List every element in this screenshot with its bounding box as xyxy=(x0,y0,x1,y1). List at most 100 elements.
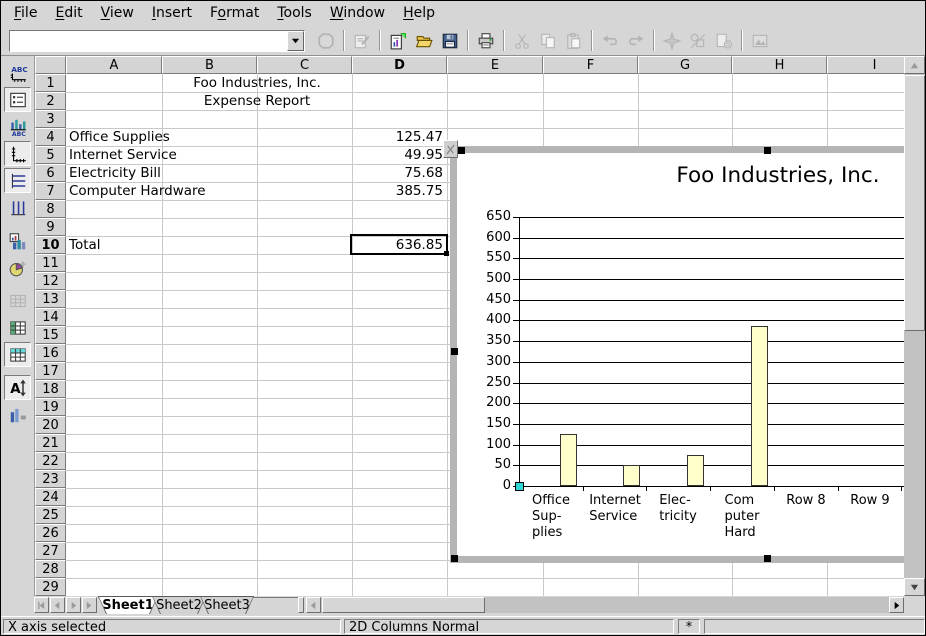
vertical-grid-on-off-icon[interactable] xyxy=(4,195,31,220)
column-header-H[interactable]: H xyxy=(732,56,827,74)
object-resize-handle[interactable] xyxy=(764,147,771,154)
next-sheet-button[interactable] xyxy=(66,597,81,613)
row-header-29[interactable]: 29 xyxy=(35,578,66,596)
y-axis-line[interactable] xyxy=(519,217,520,487)
column-header-G[interactable]: G xyxy=(638,56,732,74)
row-header-12[interactable]: 12 xyxy=(35,272,66,290)
cell-A6[interactable]: Electricity Bill xyxy=(69,164,161,182)
chart-bar-1[interactable] xyxy=(623,465,640,486)
row-header-2[interactable]: 2 xyxy=(35,92,66,110)
row-header-4[interactable]: 4 xyxy=(35,128,66,146)
row-header-14[interactable]: 14 xyxy=(35,308,66,326)
row-header-26[interactable]: 26 xyxy=(35,524,66,542)
column-header-A[interactable]: A xyxy=(66,56,162,74)
horizontal-scroll-thumb[interactable] xyxy=(322,597,485,613)
object-resize-handle[interactable] xyxy=(764,555,771,562)
row-header-5[interactable]: 5 xyxy=(35,146,66,164)
sheet-tab-sheet1[interactable]: Sheet1 xyxy=(98,596,158,614)
reorganize-chart-icon[interactable] xyxy=(4,402,31,427)
sheet-tab-sheet2[interactable]: Sheet2 xyxy=(152,596,206,614)
legend-on-off-icon[interactable] xyxy=(4,87,31,112)
row-header-13[interactable]: 13 xyxy=(35,290,66,308)
tab-splitter[interactable] xyxy=(298,597,304,613)
horizontal-grid-on-off-icon[interactable] xyxy=(4,168,31,193)
scroll-down-button[interactable] xyxy=(904,578,925,596)
object-resize-handle[interactable] xyxy=(458,147,465,154)
data-in-columns-icon[interactable] xyxy=(4,342,31,367)
new-document-icon[interactable] xyxy=(386,29,410,53)
menu-edit[interactable]: Edit xyxy=(46,3,91,24)
cell-A7[interactable]: Computer Hardware xyxy=(69,182,206,200)
row-header-19[interactable]: 19 xyxy=(35,398,66,416)
sheet-tab-sheet3[interactable]: Sheet3 xyxy=(200,596,254,614)
menu-view[interactable]: View xyxy=(92,3,143,24)
row-header-27[interactable]: 27 xyxy=(35,542,66,560)
data-in-rows-icon[interactable] xyxy=(4,315,31,340)
row-header-18[interactable]: 18 xyxy=(35,380,66,398)
axes-on-off-icon[interactable] xyxy=(4,141,31,166)
open-icon[interactable] xyxy=(412,29,436,53)
row-header-21[interactable]: 21 xyxy=(35,434,66,452)
row-header-7[interactable]: 7 xyxy=(35,182,66,200)
row-header-3[interactable]: 3 xyxy=(35,110,66,128)
column-header-D[interactable]: D xyxy=(352,56,447,74)
cell-A5[interactable]: Internet Service xyxy=(69,146,177,164)
cell-D6[interactable]: 75.68 xyxy=(352,164,447,182)
menu-window[interactable]: Window xyxy=(321,3,394,24)
scale-text-icon[interactable]: A xyxy=(4,375,31,400)
last-sheet-button[interactable] xyxy=(82,597,97,613)
menu-help[interactable]: Help xyxy=(394,3,444,24)
autoformat-chart-icon[interactable] xyxy=(4,255,31,280)
menu-insert[interactable]: Insert xyxy=(143,3,201,24)
fill-handle[interactable] xyxy=(444,251,449,256)
menu-file[interactable]: File xyxy=(5,3,46,24)
object-resize-handle[interactable] xyxy=(451,555,458,562)
row-header-17[interactable]: 17 xyxy=(35,362,66,380)
cell-D5[interactable]: 49.95 xyxy=(352,146,447,164)
column-header-F[interactable]: F xyxy=(543,56,638,74)
row-header-20[interactable]: 20 xyxy=(35,416,66,434)
horizontal-scrollbar[interactable] xyxy=(306,597,904,613)
first-sheet-button[interactable] xyxy=(34,597,49,613)
chart-bar-2[interactable] xyxy=(687,455,704,486)
row-header-8[interactable]: 8 xyxy=(35,200,66,218)
load-url-input[interactable] xyxy=(10,31,287,51)
axes-titles-on-off-icon[interactable]: ABC xyxy=(4,114,31,139)
row-header-11[interactable]: 11 xyxy=(35,254,66,272)
object-resize-handle[interactable] xyxy=(451,348,458,355)
combo-dropdown-button[interactable] xyxy=(287,31,304,51)
cell-A4[interactable]: Office Supplies xyxy=(69,128,170,146)
row-header-1[interactable]: 1 xyxy=(35,74,66,92)
chart-title[interactable]: Foo Industries, Inc. xyxy=(597,163,904,188)
menu-tools[interactable]: Tools xyxy=(268,3,321,24)
vertical-scroll-thumb[interactable] xyxy=(904,75,925,331)
row-header-10[interactable]: 10 xyxy=(35,236,66,254)
load-url-combobox[interactable] xyxy=(9,30,305,52)
row-header-15[interactable]: 15 xyxy=(35,326,66,344)
x-axis-line[interactable] xyxy=(519,486,904,487)
chart-object[interactable]: Foo Industries, Inc.05010015020025030035… xyxy=(450,146,904,563)
row-header-28[interactable]: 28 xyxy=(35,560,66,578)
save-icon[interactable] xyxy=(438,29,462,53)
chart-canvas[interactable]: Foo Industries, Inc.05010015020025030035… xyxy=(450,146,904,563)
scroll-left-button[interactable] xyxy=(306,597,321,613)
cell-B1[interactable]: Foo Industries, Inc. xyxy=(162,74,352,92)
chart-bar-0[interactable] xyxy=(560,434,577,486)
row-header-25[interactable]: 25 xyxy=(35,506,66,524)
row-header-23[interactable]: 23 xyxy=(35,470,66,488)
cell-D7[interactable]: 385.75 xyxy=(352,182,447,200)
vertical-scrollbar[interactable] xyxy=(904,56,925,596)
scroll-right-button[interactable] xyxy=(889,597,904,613)
menu-format[interactable]: Format xyxy=(201,3,268,24)
titles-on-off-icon[interactable]: ABC xyxy=(4,60,31,85)
row-header-6[interactable]: 6 xyxy=(35,164,66,182)
x-axis-selection-handle[interactable] xyxy=(515,482,524,491)
cell-D4[interactable]: 125.47 xyxy=(352,128,447,146)
cell-cursor[interactable] xyxy=(350,234,448,255)
print-icon[interactable] xyxy=(474,29,498,53)
row-header-24[interactable]: 24 xyxy=(35,488,66,506)
row-header-16[interactable]: 16 xyxy=(35,344,66,362)
cell-A10[interactable]: Total xyxy=(69,236,101,254)
row-header-22[interactable]: 22 xyxy=(35,452,66,470)
chart-bar-3[interactable] xyxy=(751,326,768,486)
